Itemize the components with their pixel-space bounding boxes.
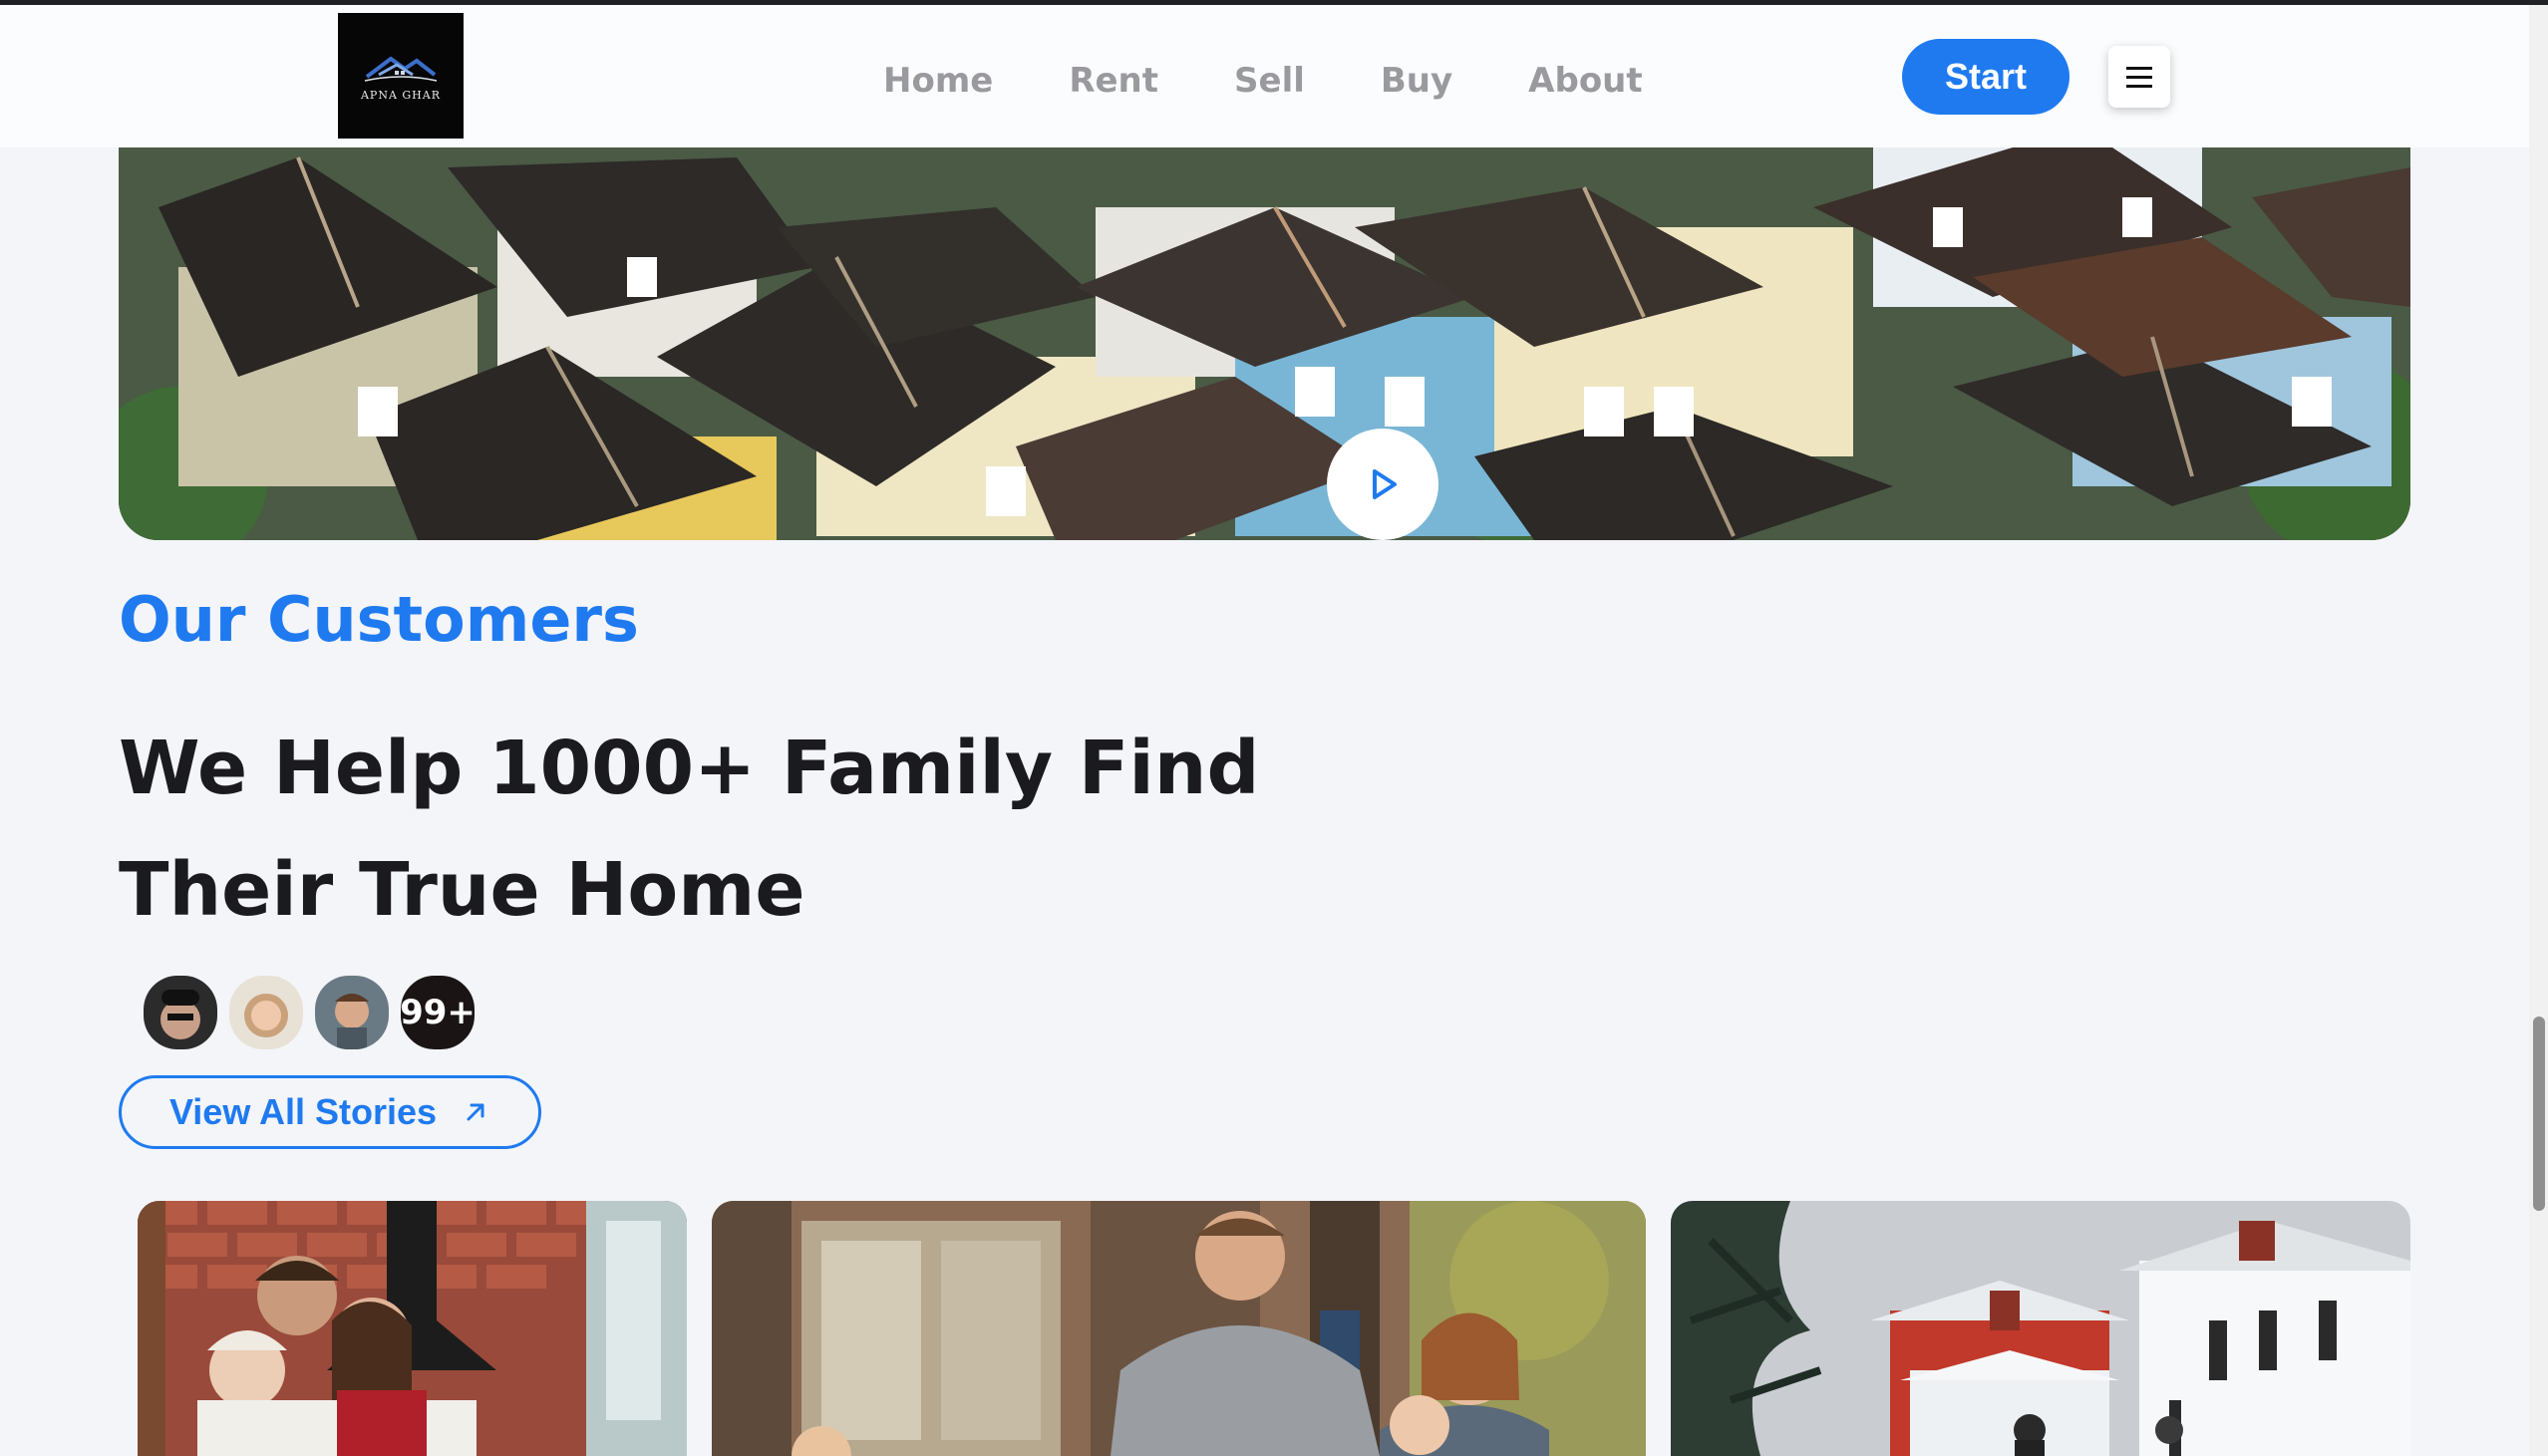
headline-line-1: We Help 1000+ Family Find — [119, 726, 1260, 811]
nav-rent[interactable]: Rent — [1069, 51, 1158, 111]
main-nav: Home Rent Sell Buy About — [883, 51, 1719, 111]
hero-video-thumbnail[interactable] — [119, 147, 2410, 540]
story-card[interactable] — [138, 1201, 687, 1456]
family-photo-1 — [138, 1201, 687, 1456]
view-all-stories-button[interactable]: View All Stories — [119, 1075, 541, 1149]
play-video-button[interactable] — [1327, 429, 1438, 540]
start-button[interactable]: Start — [1902, 39, 2070, 115]
scrollbar-thumb[interactable] — [2533, 1017, 2545, 1211]
family-photo-2 — [712, 1201, 1646, 1456]
story-card[interactable] — [712, 1201, 1646, 1456]
play-icon — [1373, 469, 1397, 499]
headline-line-2: Their True Home — [119, 847, 805, 933]
house-roof-logo-icon — [364, 56, 438, 82]
story-card[interactable] — [1671, 1201, 2410, 1456]
logo-text: APNA GHAR — [360, 88, 442, 102]
nav-about[interactable]: About — [1528, 51, 1642, 111]
avatar — [226, 973, 306, 1052]
hamburger-menu-button[interactable] — [2108, 46, 2170, 108]
page-scrollbar[interactable] — [2529, 5, 2548, 1456]
apna-ghar-logo[interactable]: APNA GHAR — [338, 13, 464, 139]
nav-buy[interactable]: Buy — [1381, 51, 1452, 111]
nav-home[interactable]: Home — [883, 51, 993, 111]
avatar — [141, 973, 220, 1052]
avatar — [312, 973, 392, 1052]
section-eyebrow: Our Customers — [119, 583, 639, 656]
arrow-up-right-icon — [467, 1103, 484, 1121]
avatar-count-badge: 99+ — [398, 973, 478, 1052]
hamburger-icon — [2126, 64, 2152, 91]
nav-sell[interactable]: Sell — [1234, 51, 1305, 111]
section-headline: We Help 1000+ Family Find Their True Hom… — [119, 708, 1415, 951]
family-photo-3 — [1671, 1201, 2410, 1456]
site-header: APNA GHAR Home Rent Sell Buy About Start — [0, 5, 2529, 147]
aerial-houses-image — [119, 147, 2410, 540]
view-all-stories-label: View All Stories — [168, 1091, 438, 1132]
